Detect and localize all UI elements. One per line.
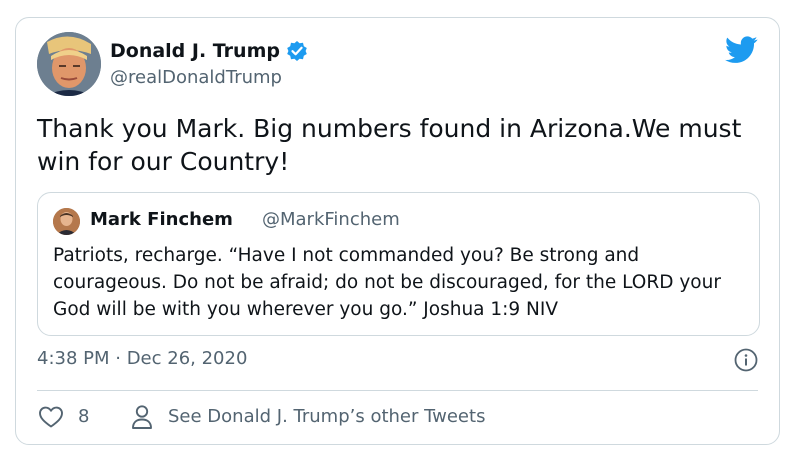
tweet-card: Donald J. Trump @realDonaldTrump Thank y… (15, 17, 780, 445)
divider (37, 390, 758, 391)
quoted-avatar[interactable] (53, 208, 80, 235)
quoted-author-handle[interactable]: @MarkFinchem (262, 209, 400, 230)
tweet-text: Thank you Mark. Big numbers found in Ari… (37, 114, 742, 176)
quoted-tweet[interactable]: Mark Finchem @MarkFinchem Patriots, rech… (37, 192, 760, 336)
info-icon[interactable] (734, 348, 758, 372)
person-icon[interactable] (131, 404, 153, 430)
verified-badge-icon (286, 40, 308, 62)
tweet-timestamp[interactable]: 4:38 PM · Dec 26, 2020 (37, 348, 247, 369)
author-name[interactable]: Donald J. Trump (110, 40, 280, 62)
heart-icon[interactable] (38, 405, 64, 429)
twitter-bird-icon[interactable] (725, 36, 758, 64)
quoted-tweet-text: Patriots, recharge. “Have I not commande… (53, 245, 721, 320)
like-count[interactable]: 8 (78, 406, 89, 427)
author-handle[interactable]: @realDonaldTrump (110, 67, 282, 88)
other-tweets-link[interactable]: See Donald J. Trump’s other Tweets (168, 406, 485, 427)
quoted-author-name[interactable]: Mark Finchem (90, 209, 233, 230)
avatar[interactable] (37, 32, 101, 96)
